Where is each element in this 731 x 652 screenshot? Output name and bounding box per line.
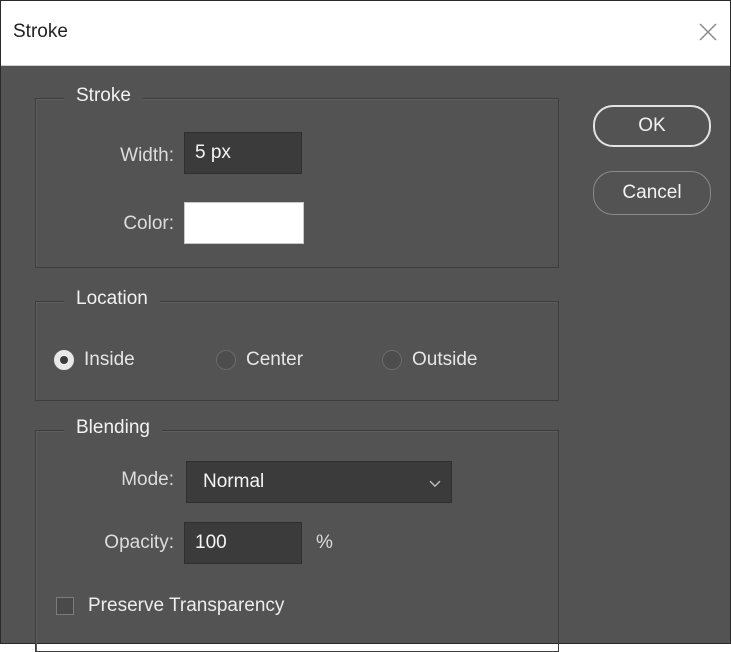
- radio-inside-label: Inside: [84, 349, 135, 370]
- mode-value: Normal: [203, 471, 265, 492]
- radio-outside-label: Outside: [412, 349, 478, 370]
- width-label: Width:: [120, 145, 174, 166]
- radio-center[interactable]: Center: [216, 349, 303, 371]
- radio-outside[interactable]: Outside: [382, 349, 477, 371]
- ok-button-label: OK: [638, 115, 666, 136]
- mode-select[interactable]: Normal: [186, 461, 452, 503]
- stroke-group-legend: Stroke: [64, 85, 143, 107]
- radio-center-indicator: [216, 350, 236, 370]
- dialog-title: Stroke: [13, 21, 68, 42]
- preserve-transparency-label: Preserve Transparency: [88, 595, 285, 616]
- opacity-label: Opacity:: [104, 532, 174, 553]
- radio-center-label: Center: [246, 349, 304, 370]
- title-bar: Stroke: [1, 1, 730, 66]
- mode-label: Mode:: [121, 469, 174, 490]
- color-swatch[interactable]: [184, 202, 304, 244]
- preserve-transparency-box: [56, 597, 74, 615]
- blending-group: Blending Mode: Normal Opacity: 100 % Pre…: [35, 417, 559, 652]
- ok-button[interactable]: OK: [593, 105, 711, 147]
- chevron-down-icon: [429, 472, 441, 494]
- radio-outside-indicator: [382, 350, 402, 370]
- close-icon[interactable]: [694, 18, 722, 46]
- color-label: Color:: [123, 213, 174, 234]
- location-group-legend: Location: [64, 288, 160, 310]
- cancel-button-label: Cancel: [622, 182, 682, 203]
- opacity-input[interactable]: 100: [184, 522, 302, 564]
- stroke-group: Stroke Width: 5 px Color:: [35, 85, 559, 268]
- cancel-button[interactable]: Cancel: [593, 171, 711, 215]
- opacity-value: 100: [195, 532, 227, 553]
- opacity-unit: %: [316, 532, 333, 553]
- location-group: Location Inside Center Outside: [35, 288, 559, 401]
- preserve-transparency-checkbox[interactable]: Preserve Transparency: [56, 595, 284, 617]
- width-value: 5 px: [195, 142, 231, 163]
- radio-inside[interactable]: Inside: [54, 349, 135, 371]
- width-input[interactable]: 5 px: [184, 132, 302, 174]
- blending-group-legend: Blending: [64, 417, 162, 439]
- radio-inside-indicator: [54, 350, 74, 370]
- stroke-dialog: Stroke Stroke Width: 5 px Color: Locatio…: [0, 0, 731, 652]
